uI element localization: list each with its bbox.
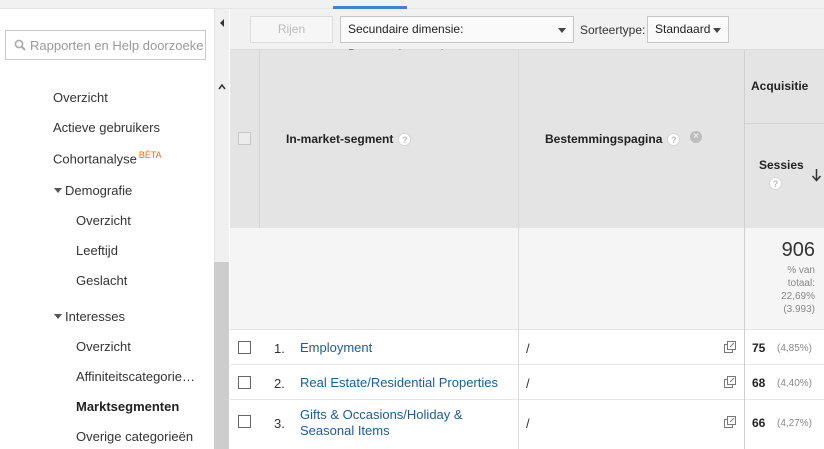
sidebar-item-affiniteitscategorie[interactable]: Affiniteitscategorie… xyxy=(76,369,195,384)
column-divider xyxy=(259,50,260,228)
beta-badge: BÈTA xyxy=(138,150,162,160)
landing-page-value: / xyxy=(526,416,530,431)
sort-type-label: Sorteertype: xyxy=(580,23,646,37)
table-header: In-market-segment? Bestemmingspagina? × xyxy=(230,50,824,228)
total-share-line: 22,69% xyxy=(781,291,815,302)
column-divider xyxy=(518,50,519,449)
expand-triangle-icon xyxy=(54,188,62,194)
select-all-checkbox[interactable] xyxy=(238,132,251,145)
row-number: 3. xyxy=(274,416,285,431)
sessions-value: 68 xyxy=(752,376,766,390)
sidebar-item-geslacht[interactable]: Geslacht xyxy=(76,273,127,288)
col-header-landing-page[interactable]: Bestemmingspagina? xyxy=(545,132,681,147)
chevron-down-icon xyxy=(558,28,566,33)
sessions-percent: (4,85%) xyxy=(777,343,813,354)
total-sessions-value: 906 xyxy=(781,239,815,261)
row-number: 2. xyxy=(274,376,285,391)
acquisition-label: Acquisitie xyxy=(751,79,809,93)
sidebar-item-leeftijd[interactable]: Leeftijd xyxy=(76,243,118,258)
sidebar-item-interesses[interactable]: Interesses xyxy=(54,309,125,324)
search-input[interactable] xyxy=(30,35,204,55)
segment-link-line: Seasonal Items xyxy=(300,423,390,438)
table-row: 2. Real Estate/Residential Properties / … xyxy=(230,365,824,400)
scroll-up-icon[interactable] xyxy=(217,82,227,92)
report-toolbar: Rijen weergeven Secundaire dimensie: Bes… xyxy=(230,9,824,61)
search-icon xyxy=(14,39,26,51)
total-sessions-share: % van totaal: 22,69% (3.993) xyxy=(745,264,815,316)
sidebar-item-demografie-overzicht[interactable]: Overzicht xyxy=(76,213,131,228)
help-icon[interactable]: ? xyxy=(769,177,782,190)
sidebar-item-demografie[interactable]: Demografie xyxy=(54,183,132,198)
table-row: 3. Gifts & Occasions/Holiday & Seasonal … xyxy=(230,400,824,449)
col-header-label: In-market-segment xyxy=(286,132,394,146)
row-checkbox[interactable] xyxy=(238,341,251,354)
col-header-label: Sessies xyxy=(759,158,804,172)
expand-triangle-icon xyxy=(54,314,62,320)
search-box[interactable] xyxy=(5,30,206,60)
sort-descending-icon[interactable] xyxy=(811,168,822,182)
sidebar: Overzicht Actieve gebruikers Cohortanaly… xyxy=(0,9,214,449)
sidebar-item-overzicht[interactable]: Overzicht xyxy=(53,90,108,105)
totals-row: 906 % van totaal: 22,69% (3.993) xyxy=(230,228,824,330)
remove-dimension-icon[interactable]: × xyxy=(690,131,702,143)
segment-link-line: Gifts & Occasions/Holiday & xyxy=(300,407,463,422)
sidebar-item-overige-categorieen[interactable]: Overige categorieën xyxy=(76,429,193,444)
scrollbar-thumb[interactable] xyxy=(214,262,229,449)
segment-link[interactable]: Gifts & Occasions/Holiday & Seasonal Ite… xyxy=(300,407,463,439)
help-icon[interactable]: ? xyxy=(398,133,412,147)
col-header-segment[interactable]: In-market-segment? xyxy=(286,132,412,147)
acquisition-group-header: Acquisitie xyxy=(744,50,824,124)
sidebar-item-marktsegmenten[interactable]: Marktsegmenten xyxy=(76,399,179,414)
sort-type-dropdown[interactable]: Standaard xyxy=(647,16,729,43)
open-external-icon[interactable] xyxy=(724,416,736,428)
total-share-line: totaal: xyxy=(787,278,815,289)
show-rows-button[interactable]: Rijen weergeven xyxy=(250,16,333,61)
sidebar-item-label: Demografie xyxy=(65,183,133,198)
sidebar-item-cohortanalyse[interactable]: Cohortanalyse BÈTA xyxy=(53,150,162,166)
chevron-down-icon xyxy=(713,28,721,33)
sort-type-value: Standaard xyxy=(655,22,711,36)
sessions-value: 66 xyxy=(752,416,766,430)
sidebar-item-actieve-gebruikers[interactable]: Actieve gebruikers xyxy=(53,120,160,135)
collapse-sidebar-icon[interactable] xyxy=(217,16,227,30)
sessions-percent: (4,27%) xyxy=(777,418,813,429)
secondary-dimension-dropdown[interactable]: Secundaire dimensie: Bestemmingspagina xyxy=(340,16,574,61)
total-share-line: (3.993) xyxy=(783,304,815,315)
sidebar-item-label: Cohortanalyse xyxy=(53,151,137,167)
report-main: Rijen weergeven Secundaire dimensie: Bes… xyxy=(230,9,824,449)
open-external-icon[interactable] xyxy=(724,341,736,353)
total-share-line: % van xyxy=(787,265,815,276)
top-strip xyxy=(0,0,824,9)
open-external-icon[interactable] xyxy=(724,376,736,388)
row-checkbox[interactable] xyxy=(238,415,251,428)
column-divider xyxy=(744,50,745,449)
help-icon[interactable]: ? xyxy=(667,133,681,147)
sessions-value: 75 xyxy=(752,341,766,355)
sidebar-item-interesses-overzicht[interactable]: Overzicht xyxy=(76,339,131,354)
row-checkbox[interactable] xyxy=(238,376,251,389)
row-number: 1. xyxy=(274,341,285,356)
segment-link[interactable]: Employment xyxy=(300,340,372,356)
landing-page-value: / xyxy=(526,376,530,391)
col-header-label: Bestemmingspagina xyxy=(545,132,663,146)
sessions-percent: (4,40%) xyxy=(777,378,813,389)
sidebar-item-label: Interesses xyxy=(65,309,125,324)
table-row: 1. Employment / 75 (4,85%) xyxy=(230,330,824,365)
landing-page-value: / xyxy=(526,341,530,356)
segment-link[interactable]: Real Estate/Residential Properties xyxy=(300,375,498,391)
